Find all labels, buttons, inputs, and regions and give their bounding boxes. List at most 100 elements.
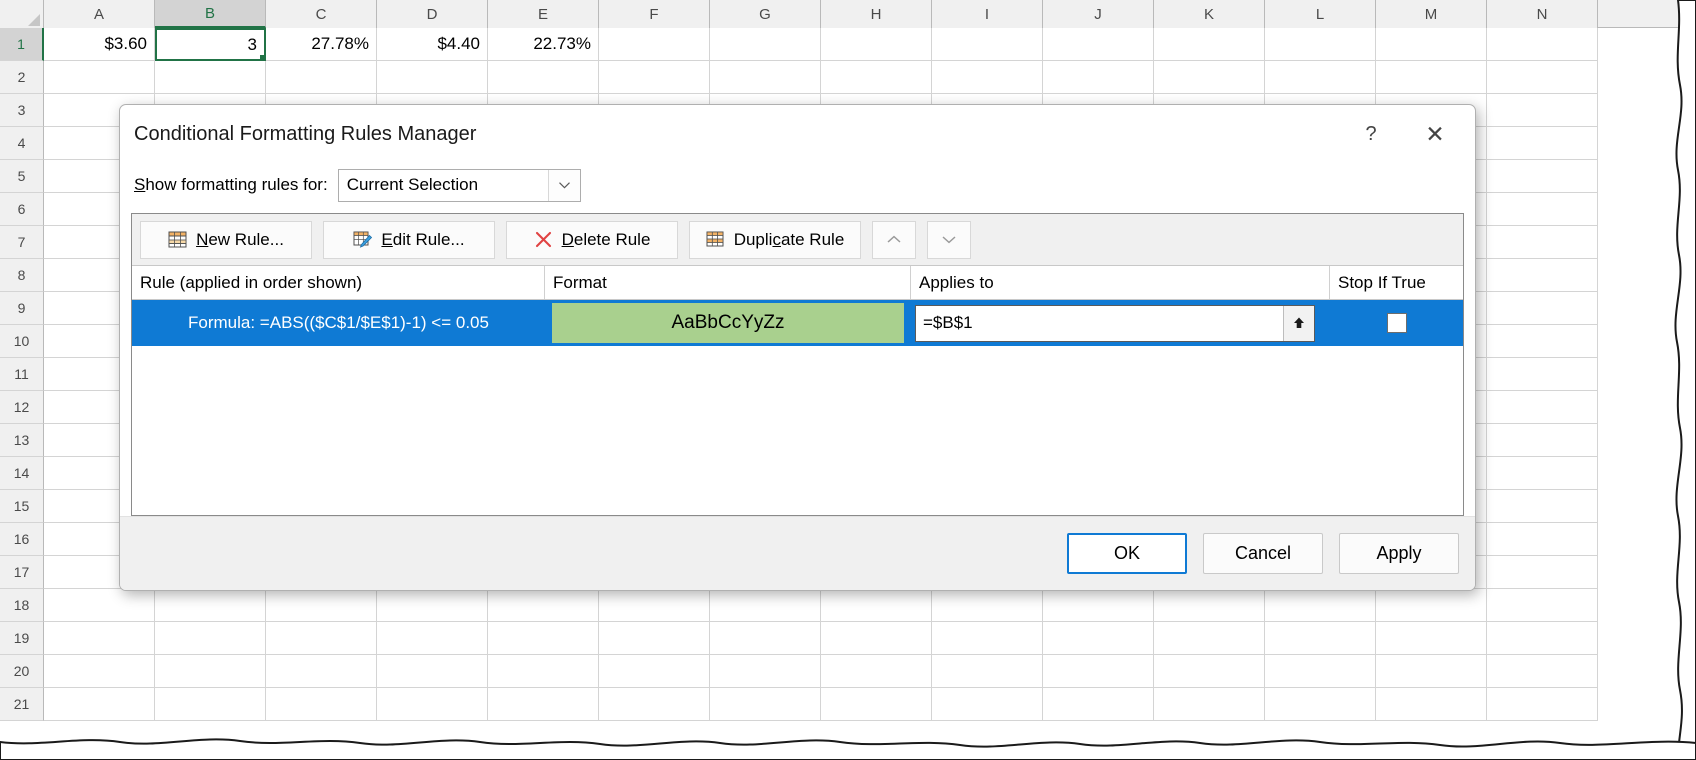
row-header-18[interactable]: 18 (0, 589, 44, 622)
chevron-down-icon[interactable] (547, 169, 580, 201)
cell-n14[interactable] (1487, 457, 1598, 490)
cell-d1[interactable]: $4.40 (377, 28, 488, 61)
cell-n5[interactable] (1487, 160, 1598, 193)
scope-dropdown[interactable]: Current Selection (337, 168, 581, 202)
row-header-2[interactable]: 2 (0, 61, 44, 94)
column-header-c[interactable]: C (266, 0, 377, 28)
cell-n17[interactable] (1487, 556, 1598, 589)
move-rule-up-button[interactable] (872, 220, 916, 259)
cell-b19[interactable] (155, 622, 266, 655)
column-header-l[interactable]: L (1265, 0, 1376, 28)
row-header-9[interactable]: 9 (0, 292, 44, 325)
cell-m21[interactable] (1376, 688, 1487, 721)
column-header-d[interactable]: D (377, 0, 488, 28)
row-header-17[interactable]: 17 (0, 556, 44, 589)
cell-j19[interactable] (1043, 622, 1154, 655)
cell-e2[interactable] (488, 61, 599, 94)
cell-a20[interactable] (44, 655, 155, 688)
row-header-20[interactable]: 20 (0, 655, 44, 688)
cancel-button[interactable]: Cancel (1203, 533, 1323, 574)
cell-n2[interactable] (1487, 61, 1598, 94)
cell-c21[interactable] (266, 688, 377, 721)
column-header-k[interactable]: K (1154, 0, 1265, 28)
cell-h1[interactable] (821, 28, 932, 61)
cell-n19[interactable] (1487, 622, 1598, 655)
cell-d21[interactable] (377, 688, 488, 721)
cell-m18[interactable] (1376, 589, 1487, 622)
cell-c1[interactable]: 27.78% (266, 28, 377, 61)
cell-f21[interactable] (599, 688, 710, 721)
column-header-m[interactable]: M (1376, 0, 1487, 28)
cell-n8[interactable] (1487, 259, 1598, 292)
cell-i18[interactable] (932, 589, 1043, 622)
cell-l1[interactable] (1265, 28, 1376, 61)
cell-n7[interactable] (1487, 226, 1598, 259)
collapse-range-button[interactable] (1283, 305, 1314, 341)
cell-d19[interactable] (377, 622, 488, 655)
column-header-g[interactable]: G (710, 0, 821, 28)
row-header-6[interactable]: 6 (0, 193, 44, 226)
cell-a21[interactable] (44, 688, 155, 721)
cell-n1[interactable] (1487, 28, 1598, 61)
cell-h18[interactable] (821, 589, 932, 622)
row-header-10[interactable]: 10 (0, 325, 44, 358)
cell-n15[interactable] (1487, 490, 1598, 523)
cell-i19[interactable] (932, 622, 1043, 655)
row-header-15[interactable]: 15 (0, 490, 44, 523)
cell-f20[interactable] (599, 655, 710, 688)
row-header-16[interactable]: 16 (0, 523, 44, 556)
row-header-12[interactable]: 12 (0, 391, 44, 424)
cell-g20[interactable] (710, 655, 821, 688)
cell-i2[interactable] (932, 61, 1043, 94)
cell-a2[interactable] (44, 61, 155, 94)
column-header-a[interactable]: A (44, 0, 155, 28)
cell-e1[interactable]: 22.73% (488, 28, 599, 61)
cell-m2[interactable] (1376, 61, 1487, 94)
cell-k20[interactable] (1154, 655, 1265, 688)
cell-l18[interactable] (1265, 589, 1376, 622)
cell-g18[interactable] (710, 589, 821, 622)
cell-e21[interactable] (488, 688, 599, 721)
column-header-i[interactable]: I (932, 0, 1043, 28)
cell-f18[interactable] (599, 589, 710, 622)
cell-l21[interactable] (1265, 688, 1376, 721)
cell-k2[interactable] (1154, 61, 1265, 94)
cell-k19[interactable] (1154, 622, 1265, 655)
new-rule-button[interactable]: New Rule... (140, 220, 312, 259)
cell-b1[interactable]: 3 (155, 28, 266, 61)
column-header-h[interactable]: H (821, 0, 932, 28)
column-header-applies-to[interactable]: Applies to (911, 266, 1330, 299)
cell-j20[interactable] (1043, 655, 1154, 688)
cell-l19[interactable] (1265, 622, 1376, 655)
column-header-format[interactable]: Format (545, 266, 911, 299)
duplicate-rule-button[interactable]: Duplicate Rule (689, 220, 861, 259)
cell-j21[interactable] (1043, 688, 1154, 721)
cell-n10[interactable] (1487, 325, 1598, 358)
cell-n20[interactable] (1487, 655, 1598, 688)
cell-j2[interactable] (1043, 61, 1154, 94)
cell-i20[interactable] (932, 655, 1043, 688)
cell-n16[interactable] (1487, 523, 1598, 556)
cell-j1[interactable] (1043, 28, 1154, 61)
cell-n21[interactable] (1487, 688, 1598, 721)
applies-to-input[interactable]: =$B$1 (915, 304, 1315, 342)
column-header-n[interactable]: N (1487, 0, 1598, 28)
column-header-j[interactable]: J (1043, 0, 1154, 28)
cell-k1[interactable] (1154, 28, 1265, 61)
row-header-4[interactable]: 4 (0, 127, 44, 160)
cell-c18[interactable] (266, 589, 377, 622)
cell-a1[interactable]: $3.60 (44, 28, 155, 61)
row-header-21[interactable]: 21 (0, 688, 44, 721)
column-header-rule[interactable]: Rule (applied in order shown) (132, 266, 545, 299)
cell-b21[interactable] (155, 688, 266, 721)
cell-d2[interactable] (377, 61, 488, 94)
rule-format-cell[interactable]: AaBbCcYyZz (545, 300, 911, 346)
move-rule-down-button[interactable] (927, 220, 971, 259)
cell-h2[interactable] (821, 61, 932, 94)
cell-m1[interactable] (1376, 28, 1487, 61)
cell-c2[interactable] (266, 61, 377, 94)
cell-g1[interactable] (710, 28, 821, 61)
cell-k21[interactable] (1154, 688, 1265, 721)
cell-h21[interactable] (821, 688, 932, 721)
edit-rule-button[interactable]: Edit Rule... (323, 220, 495, 259)
